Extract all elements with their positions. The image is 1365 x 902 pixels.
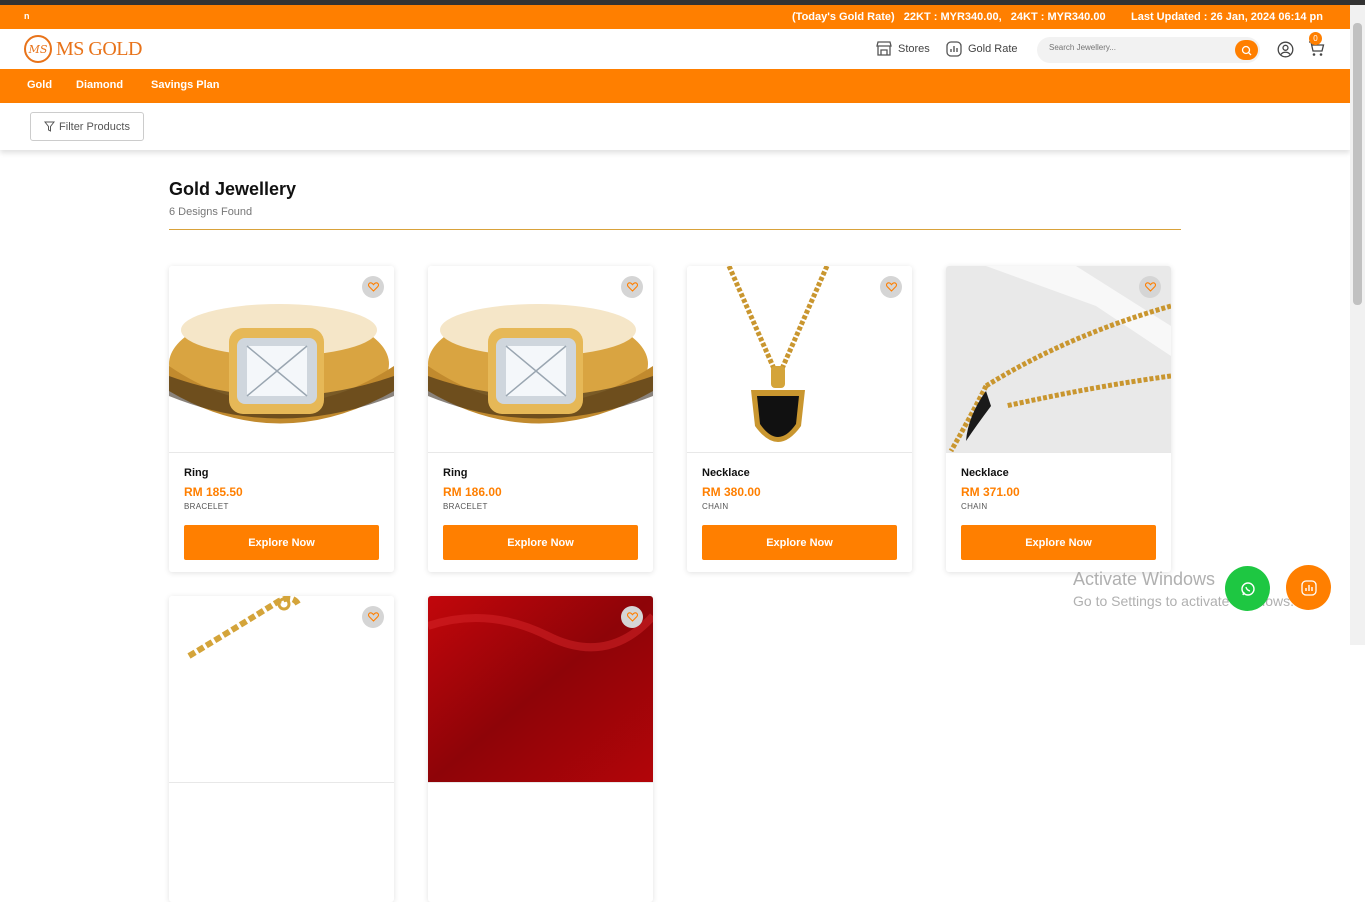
product-image[interactable] xyxy=(687,266,912,453)
wishlist-button[interactable] xyxy=(1139,276,1161,298)
gold-rate-floating-button[interactable] xyxy=(1286,565,1331,610)
user-icon xyxy=(1277,41,1294,58)
page-scrollbar[interactable] xyxy=(1350,5,1365,645)
chart-icon xyxy=(1300,579,1317,596)
gold-bracelet-image xyxy=(169,596,394,782)
product-card[interactable]: Ring RM 185.50 BRACELET Explore Now xyxy=(169,266,394,572)
gold-rate-ticker: n (Today's Gold Rate) 22KT : MYR340.00, … xyxy=(0,5,1350,29)
product-image[interactable] xyxy=(169,266,394,453)
site-header: MS MS GOLD Stores Gold Rate 0 xyxy=(0,29,1350,69)
product-card[interactable]: Ring RM 186.00 BRACELET Explore Now xyxy=(428,266,653,572)
funnel-icon xyxy=(44,121,56,132)
gold-ring-image xyxy=(428,266,653,452)
account-button[interactable] xyxy=(1277,41,1294,63)
gold-rate-label: Gold Rate xyxy=(968,43,1018,55)
product-image[interactable] xyxy=(169,596,394,783)
product-image[interactable] xyxy=(428,596,653,783)
explore-now-button[interactable]: Explore Now xyxy=(702,525,897,560)
product-name[interactable]: Necklace xyxy=(702,467,750,479)
product-price: RM 186.00 xyxy=(443,485,502,499)
page-title: Gold Jewellery xyxy=(169,179,297,199)
whatsapp-button[interactable] xyxy=(1225,566,1270,611)
explore-now-button[interactable]: Explore Now xyxy=(184,525,379,560)
product-card[interactable] xyxy=(169,596,394,902)
gold-ring-image xyxy=(169,266,394,452)
product-category: CHAIN xyxy=(702,502,729,511)
product-category: CHAIN xyxy=(961,502,988,511)
explore-now-button[interactable]: Explore Now xyxy=(961,525,1156,560)
product-price: RM 371.00 xyxy=(961,485,1020,499)
product-card[interactable]: Necklace RM 380.00 CHAIN Explore Now xyxy=(687,266,912,572)
heart-icon xyxy=(885,282,897,292)
stores-link[interactable]: Stores xyxy=(876,41,930,56)
last-updated-text: Last Updated : 26 Jan, 2024 06:14 pn xyxy=(1131,11,1323,23)
product-name[interactable]: Necklace xyxy=(961,467,1009,479)
designs-count: 6 Designs Found xyxy=(169,206,253,218)
main-nav: Gold Diamond Savings Plan xyxy=(0,69,1350,103)
ticker-left-text: n xyxy=(24,11,30,21)
nav-item-savings-plan[interactable]: Savings Plan xyxy=(151,79,219,91)
heart-icon xyxy=(367,282,379,292)
search-icon xyxy=(1241,45,1252,55)
filter-products-button[interactable]: Filter Products xyxy=(30,112,144,141)
gold-rate-text: (Today's Gold Rate) 22KT : MYR340.00, 24… xyxy=(792,11,1106,23)
title-divider xyxy=(169,229,1181,230)
pendant-necklace-image xyxy=(687,266,912,452)
cart-count-badge: 0 xyxy=(1309,32,1322,45)
filter-products-label: Filter Products xyxy=(59,120,130,133)
heart-icon xyxy=(1144,282,1156,292)
nav-item-diamond[interactable]: Diamond xyxy=(76,79,123,91)
wishlist-button[interactable] xyxy=(362,276,384,298)
scrollbar-thumb[interactable] xyxy=(1353,23,1362,305)
heart-icon xyxy=(626,612,638,622)
product-card[interactable]: Necklace RM 371.00 CHAIN Explore Now xyxy=(946,266,1171,572)
brand-name: MS GOLD xyxy=(56,37,142,60)
logo-mark-icon: MS xyxy=(24,35,52,63)
heart-icon xyxy=(367,612,379,622)
product-name[interactable]: Ring xyxy=(184,467,208,479)
chart-icon xyxy=(946,41,962,57)
brand-logo[interactable]: MS MS GOLD xyxy=(24,35,142,63)
wishlist-button[interactable] xyxy=(621,276,643,298)
product-price: RM 185.50 xyxy=(184,485,243,499)
nav-item-gold[interactable]: Gold xyxy=(27,79,52,91)
product-name[interactable]: Ring xyxy=(443,467,467,479)
product-image[interactable] xyxy=(428,266,653,453)
wishlist-button[interactable] xyxy=(362,606,384,628)
product-price: RM 380.00 xyxy=(702,485,761,499)
wishlist-button[interactable] xyxy=(621,606,643,628)
red-fabric-image xyxy=(428,596,653,782)
search-input[interactable] xyxy=(1049,43,1229,52)
horn-pendant-necklace-image xyxy=(946,266,1171,452)
filter-bar: Filter Products xyxy=(0,103,1350,150)
product-category: BRACELET xyxy=(184,502,229,511)
search-button[interactable] xyxy=(1235,40,1258,60)
product-category: BRACELET xyxy=(443,502,488,511)
gold-rate-link[interactable]: Gold Rate xyxy=(946,41,1018,57)
heart-icon xyxy=(626,282,638,292)
search-box xyxy=(1037,37,1260,63)
stores-label: Stores xyxy=(898,42,930,55)
explore-now-button[interactable]: Explore Now xyxy=(443,525,638,560)
store-icon xyxy=(876,41,892,56)
wishlist-button[interactable] xyxy=(880,276,902,298)
product-card[interactable] xyxy=(428,596,653,902)
product-image[interactable] xyxy=(946,266,1171,453)
whatsapp-icon xyxy=(1240,581,1255,596)
